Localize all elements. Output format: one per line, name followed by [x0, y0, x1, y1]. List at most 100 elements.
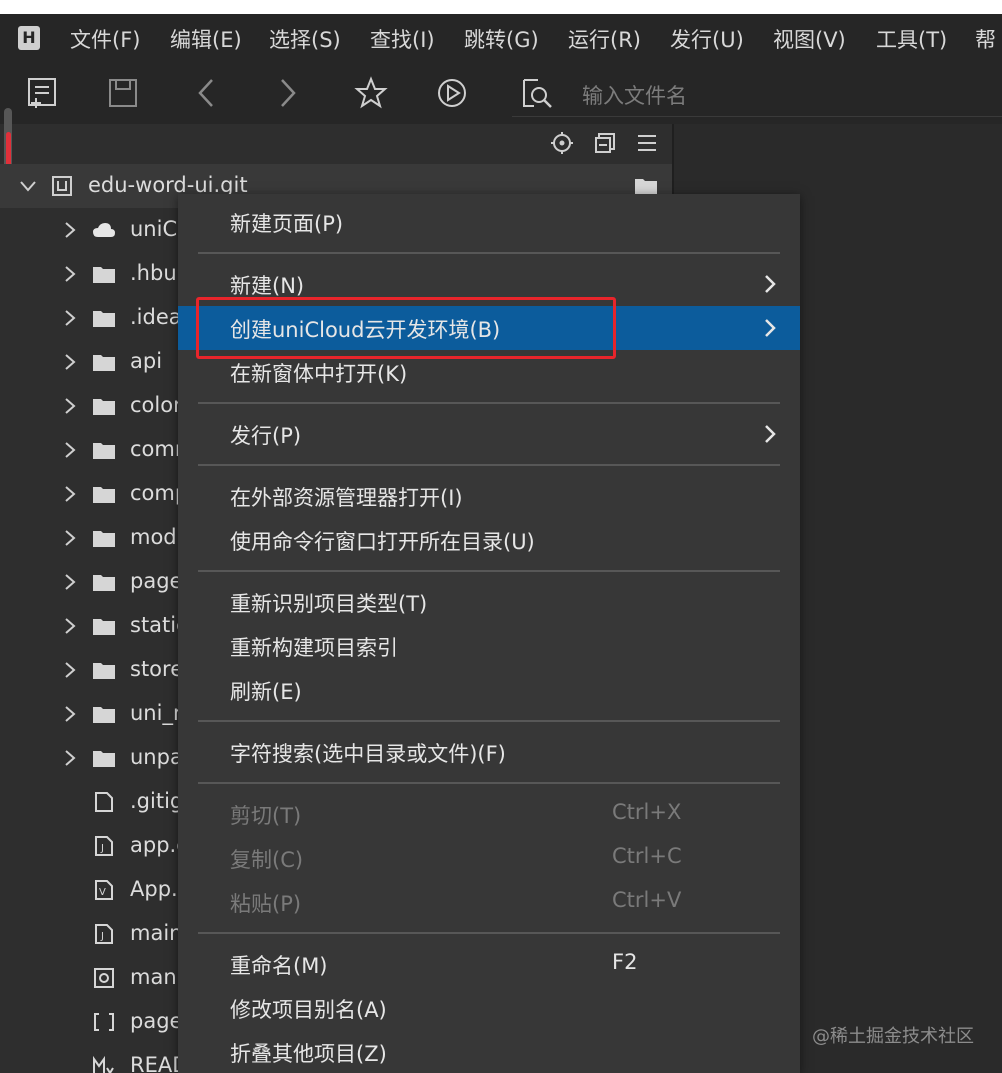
ctx-copy[interactable]: 复制(C) Ctrl+C	[178, 836, 800, 880]
ctx-cut[interactable]: 剪切(T) Ctrl+X	[178, 792, 800, 836]
chevron-right-icon[interactable]	[60, 308, 80, 328]
folder-icon	[635, 179, 657, 195]
app-logo: H	[18, 26, 40, 50]
ctx-alias[interactable]: 修改项目别名(A)	[178, 986, 800, 1030]
ctx-label: 新建(N)	[230, 274, 305, 298]
save-icon[interactable]	[106, 76, 140, 110]
star-icon[interactable]	[354, 76, 388, 110]
tree-item-label: color	[130, 393, 182, 417]
ctx-shortcut: Ctrl+C	[612, 844, 682, 868]
folder-icon	[93, 707, 115, 723]
file-search-input[interactable]	[580, 78, 984, 114]
ctx-rebuild-index[interactable]: 重新构建项目索引	[178, 624, 800, 668]
vue-file-icon: V	[95, 880, 113, 900]
ctx-label: 使用命令行窗口打开所在目录(U)	[230, 530, 535, 554]
ctx-shortcut: Ctrl+X	[612, 800, 682, 824]
separator	[198, 252, 780, 254]
ctx-label: 重新构建项目索引	[230, 636, 398, 660]
chevron-right-icon[interactable]	[60, 704, 80, 724]
separator	[198, 402, 780, 404]
menu-find[interactable]: 查找(I)	[370, 24, 435, 54]
chevron-right-icon	[765, 425, 776, 443]
cloud-folder-icon	[93, 223, 115, 237]
json-file-icon	[94, 1013, 114, 1031]
menu-file[interactable]: 文件(F)	[70, 24, 140, 54]
menubar: H 文件(F) 编辑(E) 选择(S) 查找(I) 跳转(G) 运行(R) 发行…	[0, 14, 1002, 60]
ctx-collapse-others[interactable]: 折叠其他项目(Z)	[178, 1030, 800, 1073]
menu-select[interactable]: 选择(S)	[269, 24, 341, 54]
ctx-open-terminal[interactable]: 使用命令行窗口打开所在目录(U)	[178, 518, 800, 562]
watermark: @稀土掘金技术社区	[812, 1026, 974, 1047]
window-top-strip	[0, 0, 1002, 14]
forward-icon[interactable]	[270, 76, 304, 110]
folder-icon	[93, 751, 115, 767]
locate-icon[interactable]	[551, 132, 573, 154]
ctx-label: 发行(P)	[230, 424, 302, 448]
ctx-label: 在外部资源管理器打开(I)	[230, 486, 463, 510]
chevron-down-icon[interactable]	[18, 176, 38, 196]
ctx-open-explorer[interactable]: 在外部资源管理器打开(I)	[178, 474, 800, 518]
back-icon[interactable]	[190, 76, 224, 110]
svg-text:J: J	[100, 931, 104, 942]
ctx-label: 刷新(E)	[230, 680, 302, 704]
menu-icon[interactable]	[636, 132, 658, 154]
chevron-right-icon[interactable]	[60, 440, 80, 460]
tree-item-label: App.	[130, 877, 178, 901]
js-file-icon: J	[95, 836, 113, 856]
chevron-right-icon[interactable]	[60, 352, 80, 372]
tree-item-label: .idea	[130, 305, 182, 329]
tree-item-label: main	[130, 921, 183, 945]
tree-item-label: store	[130, 657, 184, 681]
ctx-publish[interactable]: 发行(P)	[178, 412, 800, 456]
separator	[198, 932, 780, 934]
ctx-rename[interactable]: 重命名(M) F2	[178, 942, 800, 986]
chevron-right-icon[interactable]	[60, 220, 80, 240]
chevron-right-icon[interactable]	[60, 484, 80, 504]
menu-run[interactable]: 运行(R)	[568, 24, 641, 54]
folder-icon	[93, 355, 115, 371]
folder-icon	[93, 267, 115, 283]
file-icon	[95, 792, 113, 812]
tree-item-label: page	[130, 569, 183, 593]
chevron-right-icon[interactable]	[60, 616, 80, 636]
new-file-icon[interactable]	[26, 76, 60, 110]
chevron-right-icon[interactable]	[60, 572, 80, 592]
svg-text:V: V	[99, 887, 106, 898]
chevron-right-icon[interactable]	[60, 660, 80, 680]
ctx-new-page[interactable]: 新建页面(P)	[178, 200, 800, 244]
ctx-refresh[interactable]: 刷新(E)	[178, 668, 800, 712]
ctx-reidentify-type[interactable]: 重新识别项目类型(T)	[178, 580, 800, 624]
folder-icon	[93, 487, 115, 503]
folder-icon	[93, 575, 115, 591]
ctx-label: 复制(C)	[230, 848, 304, 872]
run-icon[interactable]	[435, 76, 469, 110]
explorer-header	[0, 124, 672, 164]
ctx-label: 重新识别项目类型(T)	[230, 592, 428, 616]
chevron-right-icon[interactable]	[60, 748, 80, 768]
folder-icon	[93, 619, 115, 635]
ctx-char-search[interactable]: 字符搜索(选中目录或文件)(F)	[178, 730, 800, 774]
separator	[198, 720, 780, 722]
tree-item-label: .hbu	[130, 261, 177, 285]
ctx-label: 新建页面(P)	[230, 212, 344, 236]
ctx-paste[interactable]: 粘贴(P) Ctrl+V	[178, 880, 800, 924]
folder-icon	[93, 399, 115, 415]
menu-publish[interactable]: 发行(U)	[670, 24, 744, 54]
project-icon	[52, 176, 72, 196]
chevron-right-icon[interactable]	[60, 528, 80, 548]
tree-item-label: api	[130, 349, 163, 373]
menu-edit[interactable]: 编辑(E)	[170, 24, 242, 54]
js-file-icon: J	[95, 924, 113, 944]
ctx-label: 重命名(M)	[230, 954, 328, 978]
chevron-right-icon[interactable]	[60, 396, 80, 416]
ctx-label: 修改项目别名(A)	[230, 998, 387, 1022]
menu-goto[interactable]: 跳转(G)	[464, 24, 539, 54]
menu-help[interactable]: 帮	[975, 24, 996, 54]
menu-tools[interactable]: 工具(T)	[876, 24, 947, 54]
ctx-label: 粘贴(P)	[230, 892, 302, 916]
menu-view[interactable]: 视图(V)	[773, 24, 846, 54]
collapse-icon[interactable]	[594, 132, 616, 154]
tree-item-label: uni_r	[130, 701, 182, 725]
chevron-right-icon[interactable]	[60, 264, 80, 284]
chevron-right-icon	[765, 275, 776, 293]
